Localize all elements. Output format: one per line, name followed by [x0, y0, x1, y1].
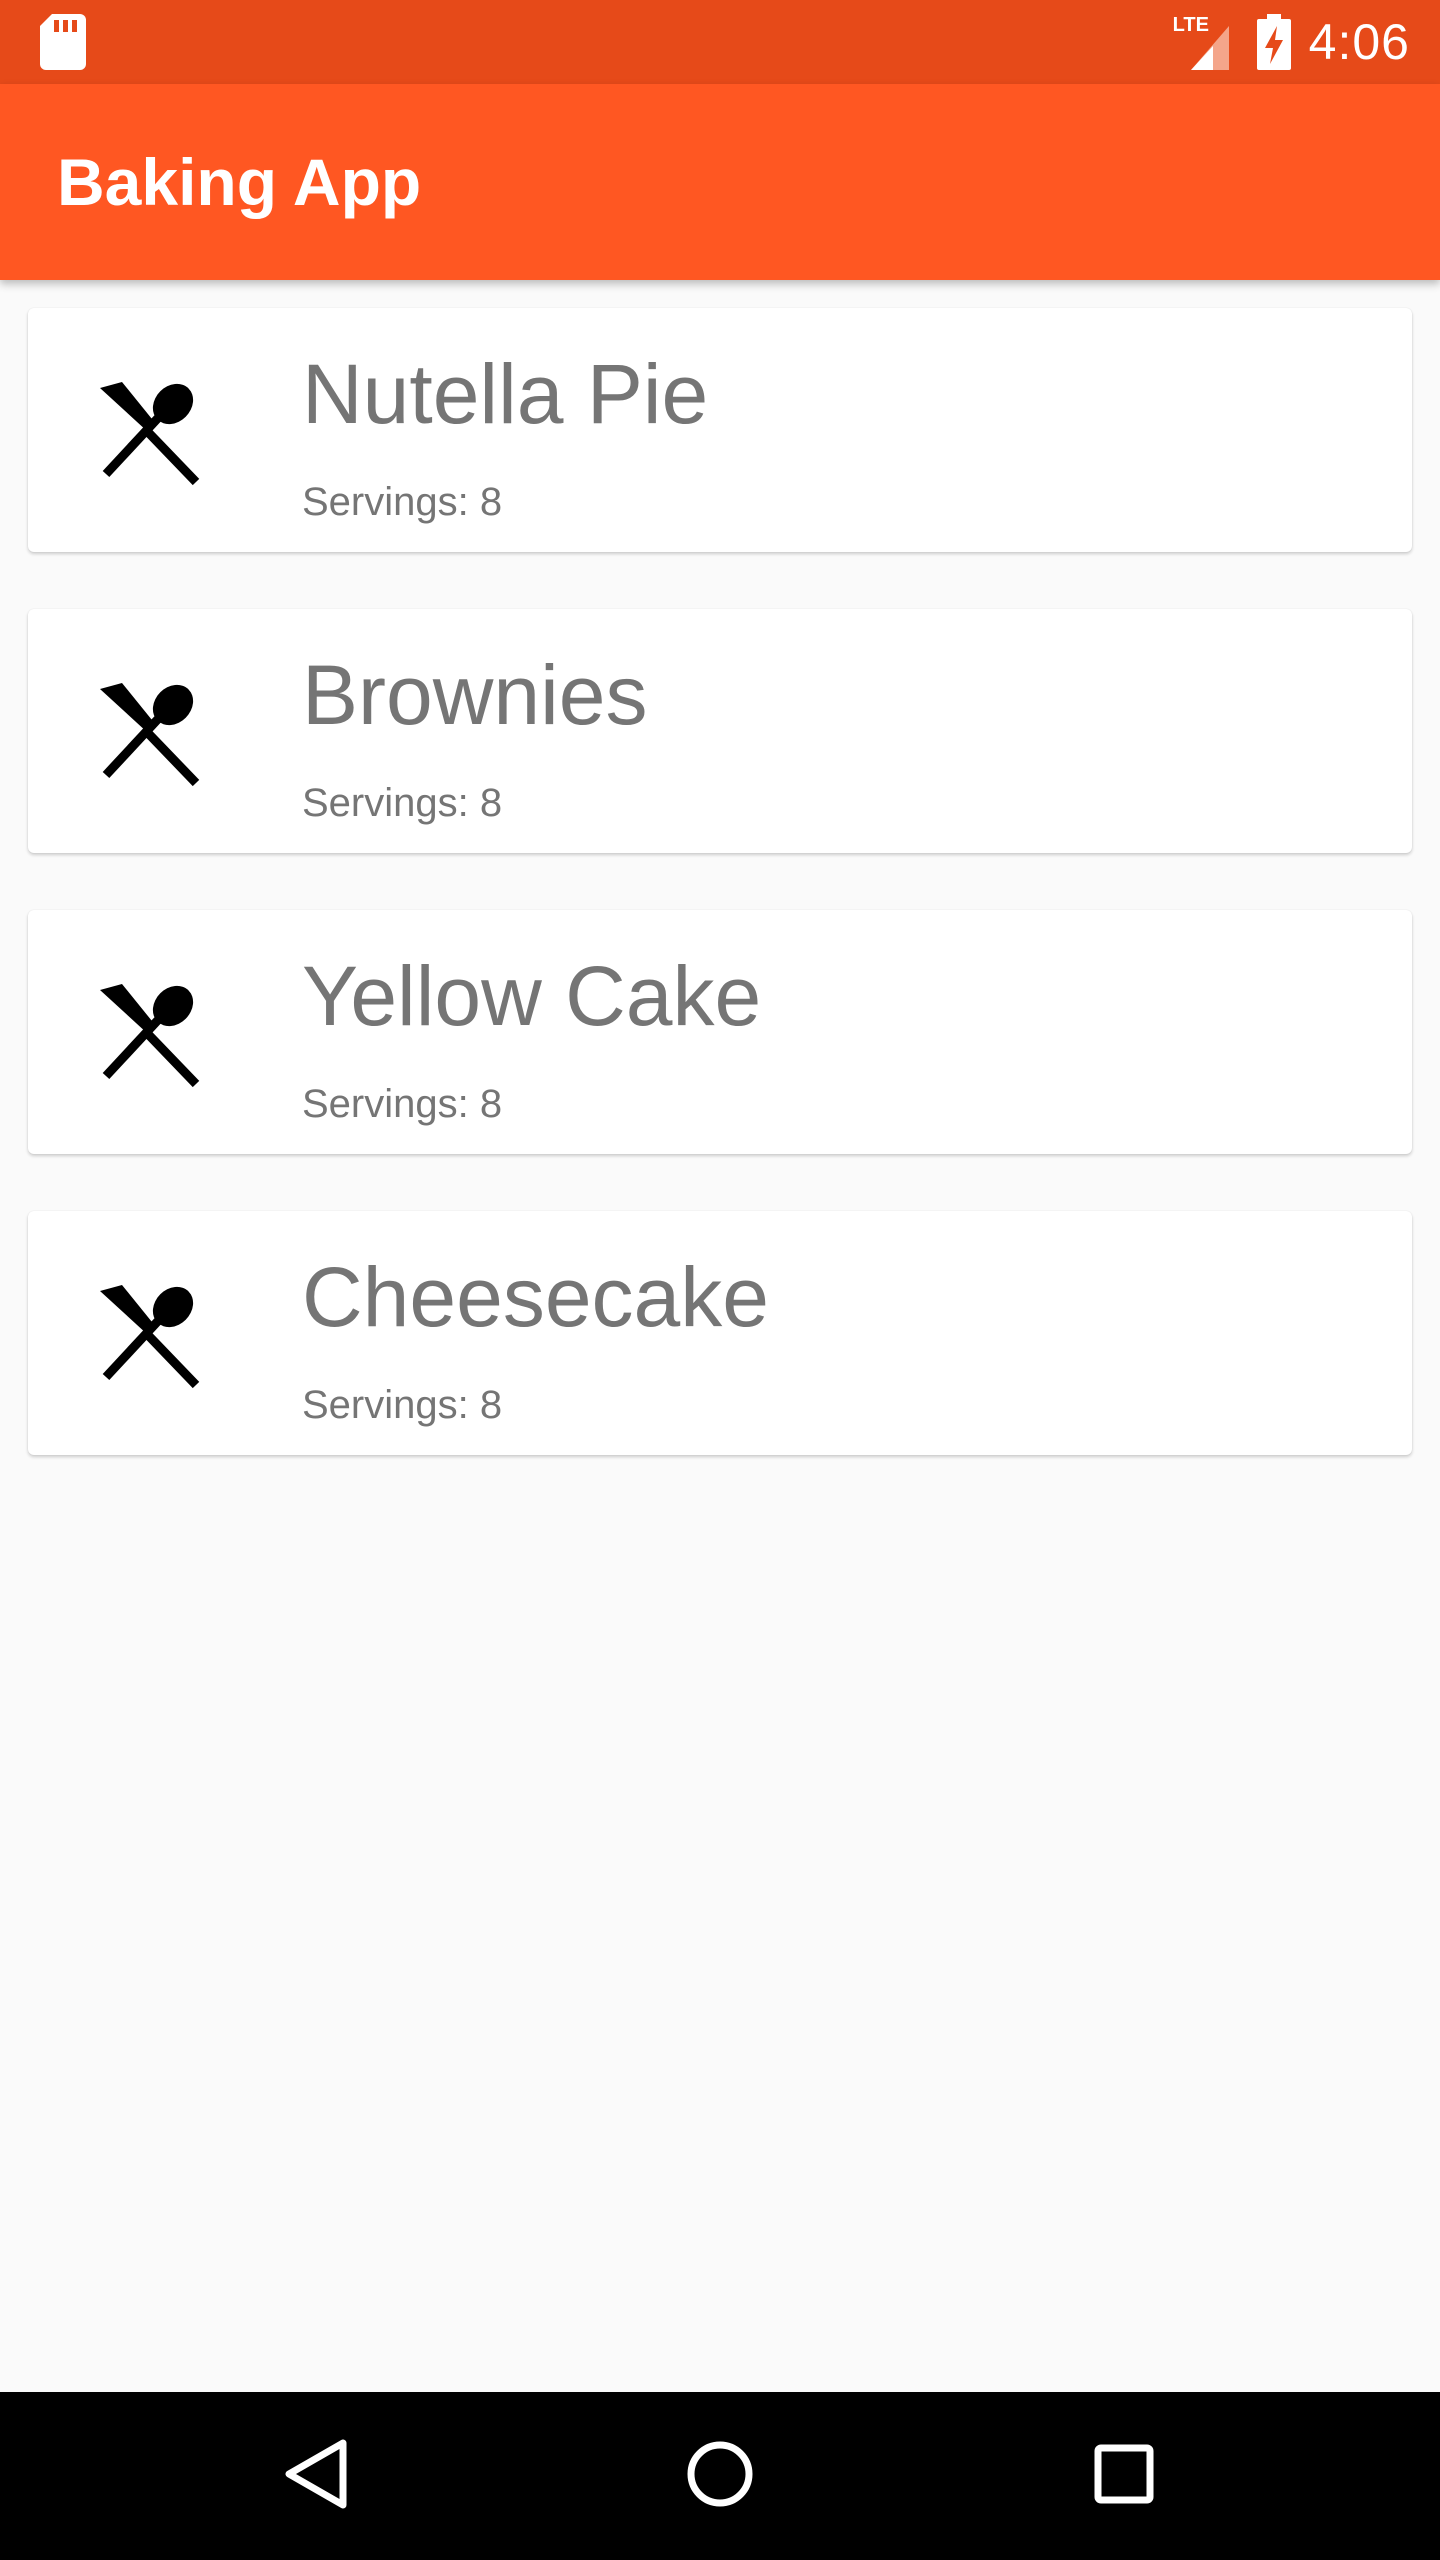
recipe-name: Brownies — [302, 648, 648, 742]
clock: 4:06 — [1308, 14, 1410, 70]
battery-charging-icon — [1256, 14, 1291, 70]
recipe-servings: Servings: 8 — [302, 480, 503, 524]
recipe-card-cheesecake[interactable]: Cheesecake Servings: 8 — [28, 1211, 1412, 1455]
recents-icon — [1093, 2443, 1155, 2510]
recipe-card-yellow-cake[interactable]: Yellow Cake Servings: 8 — [28, 910, 1412, 1154]
recipe-servings: Servings: 8 — [302, 781, 503, 825]
back-button[interactable] — [266, 2426, 366, 2526]
recents-button[interactable] — [1074, 2426, 1174, 2526]
recipe-card-brownies[interactable]: Brownies Servings: 8 — [28, 609, 1412, 853]
back-icon — [283, 2439, 349, 2514]
utensils-icon — [98, 378, 208, 488]
recipe-name: Yellow Cake — [302, 949, 762, 1043]
recipe-list: Nutella Pie Servings: 8 Brownies Serving… — [28, 308, 1412, 1512]
recipe-name: Nutella Pie — [302, 347, 709, 441]
signal-icon: LTE — [1173, 14, 1239, 70]
recipe-card-nutella-pie[interactable]: Nutella Pie Servings: 8 — [28, 308, 1412, 552]
utensils-icon — [98, 980, 208, 1090]
status-bar: LTE 4:06 — [0, 0, 1440, 84]
recipe-servings: Servings: 8 — [302, 1082, 503, 1126]
navigation-bar — [0, 2392, 1440, 2560]
app-title: Baking App — [57, 145, 422, 219]
app-bar: Baking App — [0, 84, 1440, 280]
home-button[interactable] — [670, 2426, 770, 2526]
status-icons: LTE 4:06 — [1173, 0, 1410, 84]
home-icon — [685, 2439, 755, 2514]
recipe-servings: Servings: 8 — [302, 1383, 503, 1427]
recipe-name: Cheesecake — [302, 1250, 769, 1344]
utensils-icon — [98, 1281, 208, 1391]
utensils-icon — [98, 679, 208, 789]
sd-card-icon — [40, 14, 86, 70]
